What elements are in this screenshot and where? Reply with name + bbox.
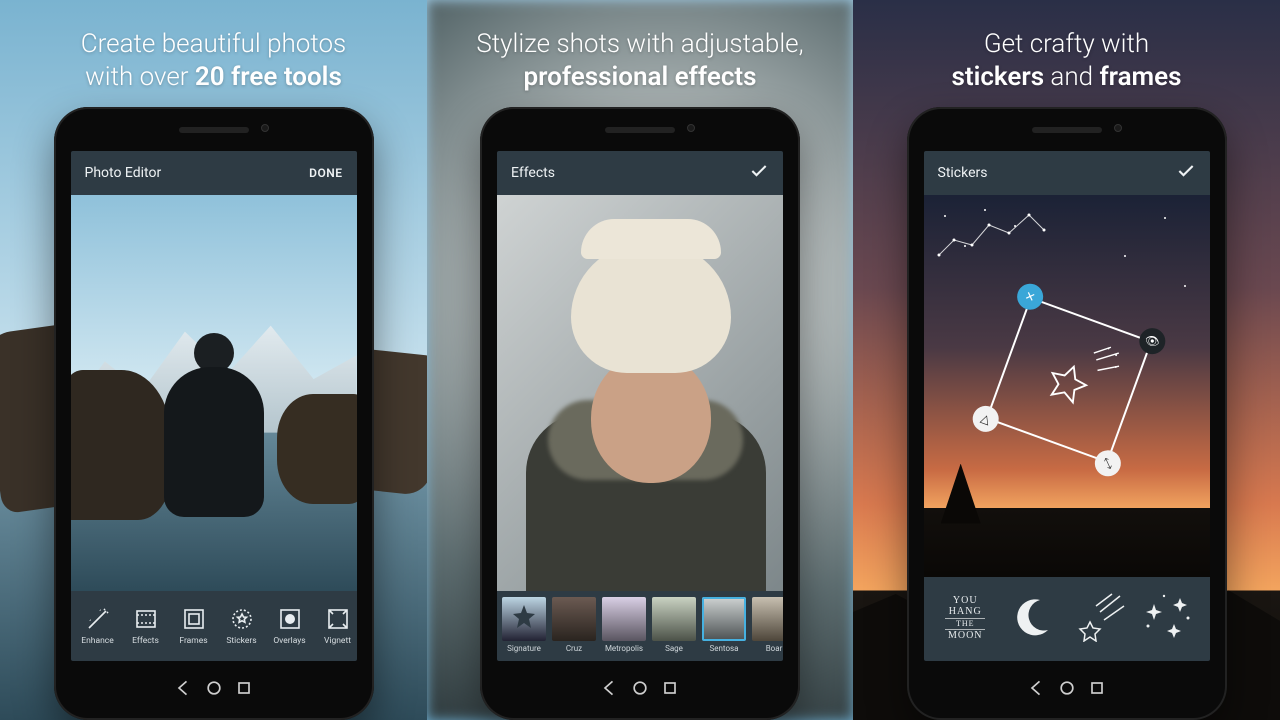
phone-speaker	[179, 127, 249, 133]
headline-line1: Get crafty with	[984, 29, 1149, 59]
phone-camera-dot	[261, 124, 269, 132]
tool-label: Effects	[132, 636, 159, 646]
app-bar: Effects	[497, 151, 783, 195]
headline-bold1: stickers	[951, 62, 1044, 92]
panel-tools: Create beautiful photos with over 20 fre…	[0, 0, 427, 720]
effects-strip[interactable]: Signature Cruz Metropolis Sage Sentosa B…	[497, 591, 783, 661]
sticker-option-moon-text[interactable]: YOU HANG THE MOON	[935, 589, 995, 649]
promo-triptych: Create beautiful photos with over 20 fre…	[0, 0, 1280, 720]
sticker-option-crescent[interactable]	[1003, 589, 1063, 649]
phone-screen: Effects Signature Cruz Metropolis Sage S…	[497, 151, 783, 661]
crescent-moon-icon	[1008, 592, 1058, 646]
effect-label: Metropolis	[605, 644, 643, 653]
phone-camera-dot	[687, 124, 695, 132]
phone-mockup: Stickers	[907, 107, 1227, 720]
tool-label: Overlays	[273, 636, 305, 646]
phone-speaker	[605, 127, 675, 133]
magic-wand-icon	[85, 606, 111, 632]
nav-back-icon[interactable]	[169, 673, 199, 703]
tool-label: Stickers	[226, 636, 256, 646]
nav-home-icon[interactable]	[199, 673, 229, 703]
headline: Create beautiful photos with over 20 fre…	[61, 0, 366, 93]
tool-stickers[interactable]: Stickers	[219, 606, 265, 646]
app-bar: Stickers	[924, 151, 1210, 195]
app-bar-title: Stickers	[938, 165, 988, 181]
app-bar: Photo Editor DONE	[71, 151, 357, 195]
nav-recent-icon[interactable]	[655, 673, 685, 703]
photo-canvas[interactable]	[71, 195, 357, 591]
effect-cruz[interactable]: Cruz	[551, 597, 597, 653]
overlay-icon	[277, 606, 303, 632]
nav-back-icon[interactable]	[1022, 673, 1052, 703]
headline: Stylize shots with adjustable, professio…	[456, 0, 823, 93]
effect-boar[interactable]: Boar	[751, 597, 783, 653]
confirm-button[interactable]	[1176, 161, 1196, 185]
done-button[interactable]: DONE	[309, 166, 342, 180]
effect-label: Signature	[507, 644, 541, 653]
headline-line2-pre: with over	[85, 62, 195, 92]
nav-back-icon[interactable]	[595, 673, 625, 703]
tool-enhance[interactable]: Enhance	[75, 606, 121, 646]
tool-overlays[interactable]: Overlays	[267, 606, 313, 646]
effect-metropolis[interactable]: Metropolis	[601, 597, 647, 653]
effect-signature[interactable]: Signature	[501, 597, 547, 653]
android-nav-bar	[595, 667, 685, 709]
tool-vignette[interactable]: Vignett	[315, 606, 357, 646]
headline: Get crafty with stickers and frames	[931, 0, 1201, 93]
resize-icon: ⤡	[1100, 455, 1114, 472]
sticker-picker-row[interactable]: YOU HANG THE MOON	[924, 577, 1210, 661]
sticker-option-sparkles[interactable]	[1138, 589, 1198, 649]
panel-effects: Stylize shots with adjustable, professio…	[427, 0, 853, 720]
photo-canvas[interactable]: ✕ 👁 △ ⤡	[924, 195, 1210, 577]
headline-mid: and	[1044, 62, 1099, 92]
nav-recent-icon[interactable]	[229, 673, 259, 703]
nav-home-icon[interactable]	[625, 673, 655, 703]
tool-frames[interactable]: Frames	[171, 606, 217, 646]
headline-line1: Create beautiful photos	[81, 29, 346, 59]
confirm-button[interactable]	[749, 161, 769, 185]
effect-sentosa[interactable]: Sentosa	[701, 597, 747, 653]
you-hang-the-moon-icon: YOU HANG THE MOON	[945, 596, 985, 642]
effect-label: Cruz	[566, 644, 582, 653]
tool-label: Vignett	[324, 636, 351, 646]
nav-recent-icon[interactable]	[1082, 673, 1112, 703]
sticker-option-shooting-star[interactable]	[1070, 589, 1130, 649]
android-nav-bar	[169, 667, 259, 709]
headline-line1: Stylize shots with adjustable,	[476, 29, 803, 59]
sparkles-icon	[1140, 592, 1196, 646]
headline-bold: professional effects	[523, 62, 756, 92]
tool-label: Enhance	[81, 636, 113, 646]
tool-effects[interactable]: Effects	[123, 606, 169, 646]
app-bar-title: Photo Editor	[85, 165, 162, 181]
panel-stickers: Get crafty with stickers and frames Stic…	[853, 0, 1280, 720]
phone-speaker	[1032, 127, 1102, 133]
phone-screen: Stickers	[924, 151, 1210, 661]
vignette-icon	[325, 606, 351, 632]
android-nav-bar	[1022, 667, 1112, 709]
effect-label: Sage	[665, 644, 683, 653]
headline-bold2: frames	[1099, 62, 1181, 92]
effect-label: Boar	[766, 644, 783, 653]
phone-camera-dot	[1114, 124, 1122, 132]
phone-screen: Photo Editor DONE Enhance Effects	[71, 151, 357, 661]
star-circle-icon	[229, 606, 255, 632]
shooting-star-icon	[1072, 592, 1128, 646]
phone-mockup: Photo Editor DONE Enhance Effects	[54, 107, 374, 720]
close-icon: ✕	[1023, 288, 1037, 305]
frame-icon	[181, 606, 207, 632]
effect-label: Sentosa	[710, 644, 739, 653]
eye-icon: 👁	[1142, 332, 1161, 350]
phone-mockup: Effects Signature Cruz Metropolis Sage S…	[480, 107, 800, 720]
headline-bold: 20 free tools	[195, 62, 342, 92]
filmstrip-icon	[133, 606, 159, 632]
effect-sage[interactable]: Sage	[651, 597, 697, 653]
tool-row: Enhance Effects Frames Stickers	[71, 591, 357, 661]
nav-home-icon[interactable]	[1052, 673, 1082, 703]
app-bar-title: Effects	[511, 165, 555, 181]
triangle-icon: △	[978, 411, 991, 427]
photo-canvas[interactable]	[497, 195, 783, 591]
tool-label: Frames	[179, 636, 207, 646]
